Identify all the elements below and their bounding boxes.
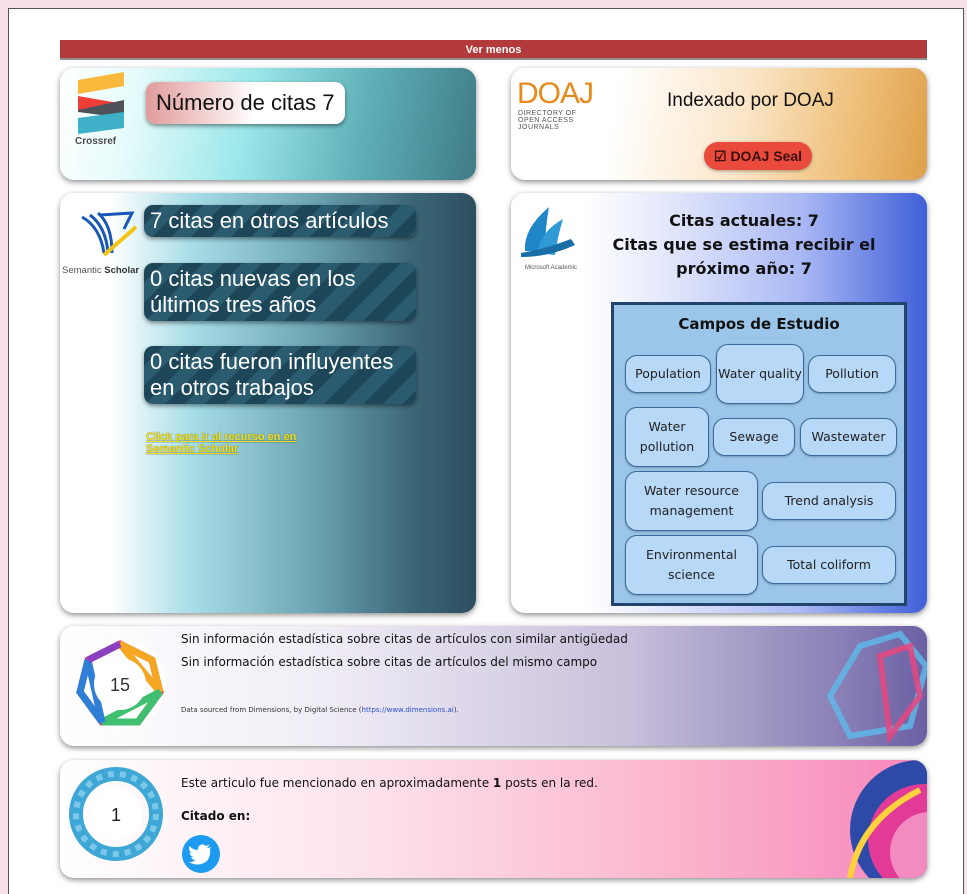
- doaj-sub-line: JOURNALS: [518, 124, 560, 131]
- estimated-citations: Citas que se estima recibir el próximo a…: [612, 235, 876, 278]
- current-citations: Citas actuales: 7: [669, 211, 819, 230]
- dimensions-age-stat: Sin información estadística sobre citas …: [181, 632, 628, 646]
- dimensions-decoration-icon: [826, 630, 927, 744]
- semantic-scholar-logo-icon: [81, 211, 138, 257]
- citation-stats: Citas actuales: 7 Citas que se estima re…: [611, 209, 877, 281]
- dimensions-card: 15 Sin información estadística sobre cit…: [60, 626, 927, 746]
- mentions-prefix: Este articulo fue mencionado en aproxima…: [181, 776, 493, 790]
- field-tag: Wastewater: [800, 418, 897, 456]
- scholar-word: Scholar: [104, 265, 140, 276]
- semantic-word: Semantic: [62, 265, 105, 276]
- altmetric-card: 1 Este articulo fue mencionado en aproxi…: [60, 760, 927, 878]
- source-prefix: Data sourced from Dimensions, by Digital…: [181, 706, 362, 714]
- semantic-scholar-wordmark: Semantic Scholar: [62, 265, 139, 276]
- fields-of-study-title: Campos de Estudio: [678, 315, 840, 333]
- altmetric-badge-icon: 1: [69, 767, 163, 861]
- doaj-card: DOAJ DIRECTORY OF OPEN ACCESS JOURNALS I…: [511, 68, 927, 180]
- dimensions-source: Data sourced from Dimensions, by Digital…: [181, 706, 459, 714]
- crossref-card: Crossref Número de citas 7: [60, 68, 476, 180]
- doaj-seal-button[interactable]: ☑ DOAJ Seal: [704, 142, 813, 170]
- field-tag: Pollution: [808, 355, 896, 393]
- microsoft-academic-wordmark: Microsoft Academic: [525, 265, 578, 271]
- field-tag: Sewage: [713, 418, 795, 456]
- field-tag: Water quality: [716, 344, 804, 404]
- doaj-logo: DOAJ: [517, 77, 594, 110]
- toggle-ver-menos-button[interactable]: Ver menos: [60, 40, 927, 60]
- dimensions-badge-value: 15: [110, 675, 130, 695]
- cited-in-label: Citado en:: [181, 809, 251, 823]
- field-tag: Environmental science: [625, 535, 758, 595]
- semantic-scholar-card: Semantic Scholar 7 citas en otros artícu…: [60, 193, 476, 613]
- dimensions-link[interactable]: https://www.dimensions.ai: [362, 706, 454, 714]
- ss-new-citations-stat: 0 citas nuevas en los últimos tres años: [144, 263, 416, 321]
- microsoft-academic-card: Microsoft Academic Citas actuales: 7 Cit…: [511, 193, 927, 613]
- doaj-indexed-title: Indexado por DOAJ: [667, 90, 834, 111]
- doaj-sub-line: OPEN ACCESS: [518, 117, 574, 124]
- semantic-scholar-link[interactable]: Click para ir al recurso en en Semantic …: [146, 431, 326, 455]
- doaj-logo-subtext: DIRECTORY OF OPEN ACCESS JOURNALS: [518, 110, 577, 131]
- crossref-wordmark: Crossref: [75, 136, 117, 147]
- field-tag: Water resource management: [625, 471, 758, 531]
- field-tag: Water pollution: [625, 407, 709, 467]
- field-tag: Total coliform: [762, 546, 896, 584]
- mentions-suffix: posts en la red.: [501, 776, 598, 790]
- microsoft-academic-logo-icon: [521, 207, 575, 257]
- doaj-sub-line: DIRECTORY OF: [518, 110, 577, 117]
- ss-citations-stat: 7 citas en otros artículos: [144, 205, 416, 237]
- twitter-icon[interactable]: [181, 834, 221, 874]
- altmetric-badge-value: 1: [111, 805, 121, 825]
- field-tag: Population: [625, 355, 711, 393]
- dimensions-badge-icon: 15: [74, 638, 166, 730]
- altmetric-decoration-icon: [847, 760, 927, 878]
- altmetric-mentions: Este articulo fue mencionado en aproxima…: [181, 776, 598, 790]
- field-tag: Trend analysis: [762, 482, 896, 520]
- citation-count-pill: Número de citas 7: [146, 82, 345, 124]
- fields-of-study-box: Campos de Estudio Population Water quali…: [611, 302, 907, 606]
- source-suffix: ).: [453, 706, 459, 714]
- ss-influential-stat: 0 citas fueron influyentes en otros trab…: [144, 346, 416, 404]
- dimensions-field-stat: Sin información estadística sobre citas …: [181, 655, 598, 669]
